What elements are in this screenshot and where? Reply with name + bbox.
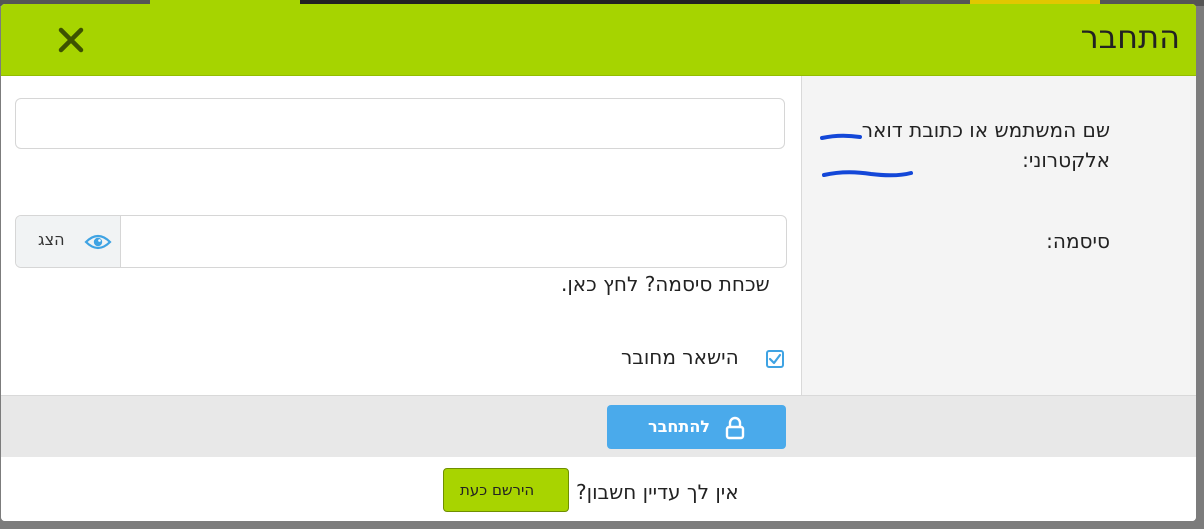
register-button-label: הירשם כעת bbox=[460, 481, 535, 499]
login-button-label: להתחבר bbox=[648, 417, 710, 436]
forgot-password-link[interactable]: שכחת סיסמה? לחץ כאן. bbox=[561, 272, 770, 296]
remember-me-label: הישאר מחובר bbox=[621, 345, 739, 369]
labels-column: שם המשתמש או כתובת דואר אלקטרוני: סיסמה: bbox=[801, 76, 1196, 395]
eye-icon bbox=[84, 234, 112, 250]
show-password-label: הצג bbox=[38, 230, 65, 249]
register-button[interactable]: הירשם כעת bbox=[443, 468, 569, 512]
dialog-footer: הירשם כעת אין לך עדיין חשבון? bbox=[1, 457, 1196, 521]
username-label: שם המשתמש או כתובת דואר אלקטרוני: bbox=[861, 118, 1110, 172]
password-field-group: הצג bbox=[15, 215, 787, 268]
remember-me-checkbox[interactable] bbox=[766, 350, 784, 368]
checkbox-checked-icon bbox=[768, 353, 782, 365]
password-input[interactable] bbox=[120, 216, 786, 267]
lock-icon bbox=[725, 416, 745, 440]
show-password-button[interactable]: הצג bbox=[16, 216, 120, 267]
password-label: סיסמה: bbox=[1046, 229, 1110, 253]
username-input[interactable] bbox=[15, 98, 785, 149]
close-button[interactable] bbox=[57, 26, 85, 54]
dialog-header: התחבר bbox=[1, 4, 1196, 76]
close-icon bbox=[58, 27, 84, 53]
no-account-text: אין לך עדיין חשבון? bbox=[576, 480, 739, 504]
login-dialog: התחבר שם המשתמש או כתובת דואר אלקטרוני: … bbox=[1, 4, 1196, 521]
dialog-title: התחבר bbox=[1080, 18, 1180, 56]
login-form: שם המשתמש או כתובת דואר אלקטרוני: סיסמה:… bbox=[1, 76, 1196, 395]
action-bar: להתחבר bbox=[1, 395, 1196, 458]
login-button[interactable]: להתחבר bbox=[607, 405, 786, 449]
